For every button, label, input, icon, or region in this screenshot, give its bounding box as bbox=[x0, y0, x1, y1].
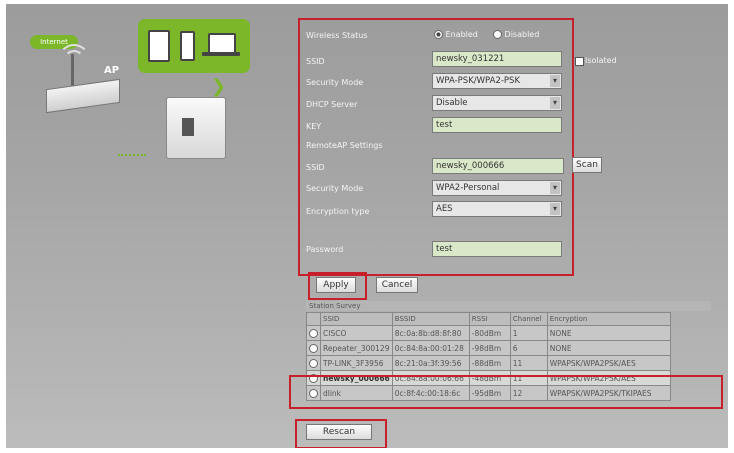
channel-cell: 1 bbox=[509, 325, 548, 341]
channel-column-header: Channel bbox=[509, 312, 548, 326]
router-settings-panel: Internet AP ❯ Wireless Status Enabled Di… bbox=[6, 4, 728, 448]
row-select-radio[interactable] bbox=[309, 343, 318, 353]
encryption-type-label: Encryption type bbox=[306, 207, 370, 216]
apply-button[interactable]: Apply bbox=[316, 277, 356, 293]
encryption-type-select[interactable]: AES bbox=[432, 201, 562, 217]
phone-icon bbox=[180, 31, 195, 61]
rssi-cell: -98dBm bbox=[468, 340, 511, 356]
row-radio-cell[interactable] bbox=[306, 340, 321, 356]
table-row[interactable]: Repeater_300129 0c:84:8a:00:01:28 -98dBm… bbox=[306, 340, 671, 356]
dhcp-server-select[interactable]: Disable bbox=[432, 95, 562, 111]
rssi-cell: -80dBm bbox=[468, 325, 511, 341]
bssid-cell: 0c:84:8a:00:01:28 bbox=[391, 340, 470, 356]
password-label: Password bbox=[306, 245, 344, 254]
scan-button[interactable]: Scan bbox=[572, 157, 602, 173]
wireless-status-disabled[interactable]: Disabled bbox=[493, 30, 539, 39]
router-icon bbox=[46, 78, 120, 114]
remote-ssid-input[interactable]: newsky_000666 bbox=[432, 158, 564, 174]
cancel-button[interactable]: Cancel bbox=[376, 277, 418, 293]
remote-ssid-label: SSID bbox=[306, 163, 325, 172]
wireless-status-label: Wireless Status bbox=[306, 31, 368, 40]
encryption-cell: NONE bbox=[546, 325, 671, 341]
extender-icon bbox=[166, 97, 226, 159]
encryption-cell: NONE bbox=[546, 340, 671, 356]
isolated-checkbox[interactable] bbox=[575, 57, 584, 66]
security-mode-select[interactable]: WPA-PSK/WPA2-PSK bbox=[432, 73, 562, 89]
selected-network-highlight bbox=[289, 375, 723, 409]
row-select-radio[interactable] bbox=[309, 358, 318, 368]
bssid-cell: 8c:21:0a:3f:39:56 bbox=[391, 355, 470, 371]
rescan-button[interactable]: Rescan bbox=[306, 424, 372, 440]
remote-security-mode-select[interactable]: WPA2-Personal bbox=[432, 180, 562, 196]
client-devices-graphic bbox=[138, 19, 250, 73]
plug-icon bbox=[182, 118, 194, 136]
key-label: KEY bbox=[306, 122, 322, 131]
table-header-row: SSID BSSID RSSI Channel Encryption bbox=[306, 312, 671, 326]
radio-disabled[interactable] bbox=[493, 30, 502, 39]
ssid-input[interactable]: newsky_031221 bbox=[432, 51, 562, 67]
radio-enabled[interactable] bbox=[434, 30, 443, 39]
laptop-icon bbox=[208, 33, 236, 54]
password-input[interactable]: test bbox=[432, 241, 562, 257]
wifi-wave-icon bbox=[64, 50, 84, 70]
bssid-column-header: BSSID bbox=[391, 312, 470, 326]
ssid-label: SSID bbox=[306, 57, 325, 66]
encryption-column-header: Encryption bbox=[546, 312, 671, 326]
row-radio-cell[interactable] bbox=[306, 355, 321, 371]
key-input[interactable]: test bbox=[432, 117, 562, 133]
channel-cell: 11 bbox=[509, 355, 548, 371]
rssi-column-header: RSSI bbox=[468, 312, 511, 326]
tablet-icon bbox=[148, 30, 170, 62]
antenna-icon bbox=[71, 54, 74, 86]
ssid-cell: TP-LINK_3F3956 bbox=[320, 355, 393, 371]
table-row[interactable]: TP-LINK_3F3956 8c:21:0a:3f:39:56 -88dBm … bbox=[306, 355, 671, 371]
ap-label: AP bbox=[104, 65, 120, 76]
ssid-cell: CISCO bbox=[320, 325, 393, 341]
enabled-label: Enabled bbox=[445, 30, 478, 39]
row-select-radio[interactable] bbox=[309, 328, 318, 338]
channel-cell: 6 bbox=[509, 340, 548, 356]
rssi-cell: -88dBm bbox=[468, 355, 511, 371]
wireless-status-enabled[interactable]: Enabled bbox=[434, 30, 478, 39]
remote-ap-settings-heading: RemoteAP Settings bbox=[306, 141, 383, 150]
bssid-cell: 8c:0a:8b:d8:8f:80 bbox=[391, 325, 470, 341]
dhcp-server-label: DHCP Server bbox=[306, 100, 358, 109]
wifi-signal-icon: ❯ bbox=[211, 76, 227, 97]
encryption-cell: WPAPSK/WPA2PSK/AES bbox=[546, 355, 671, 371]
select-column-header bbox=[306, 312, 321, 326]
ssid-cell: Repeater_300129 bbox=[320, 340, 393, 356]
remote-security-mode-label: Security Mode bbox=[306, 184, 364, 193]
table-row[interactable]: CISCO 8c:0a:8b:d8:8f:80 -80dBm 1 NONE bbox=[306, 325, 671, 341]
row-radio-cell[interactable] bbox=[306, 325, 321, 341]
disabled-label: Disabled bbox=[504, 30, 540, 39]
station-survey-title: Station Survey bbox=[306, 301, 711, 311]
ssid-column-header: SSID bbox=[320, 312, 393, 326]
connection-line bbox=[118, 144, 146, 156]
isolated-label: Isolated bbox=[585, 56, 617, 65]
security-mode-label: Security Mode bbox=[306, 78, 364, 87]
laptop-base bbox=[202, 52, 240, 56]
